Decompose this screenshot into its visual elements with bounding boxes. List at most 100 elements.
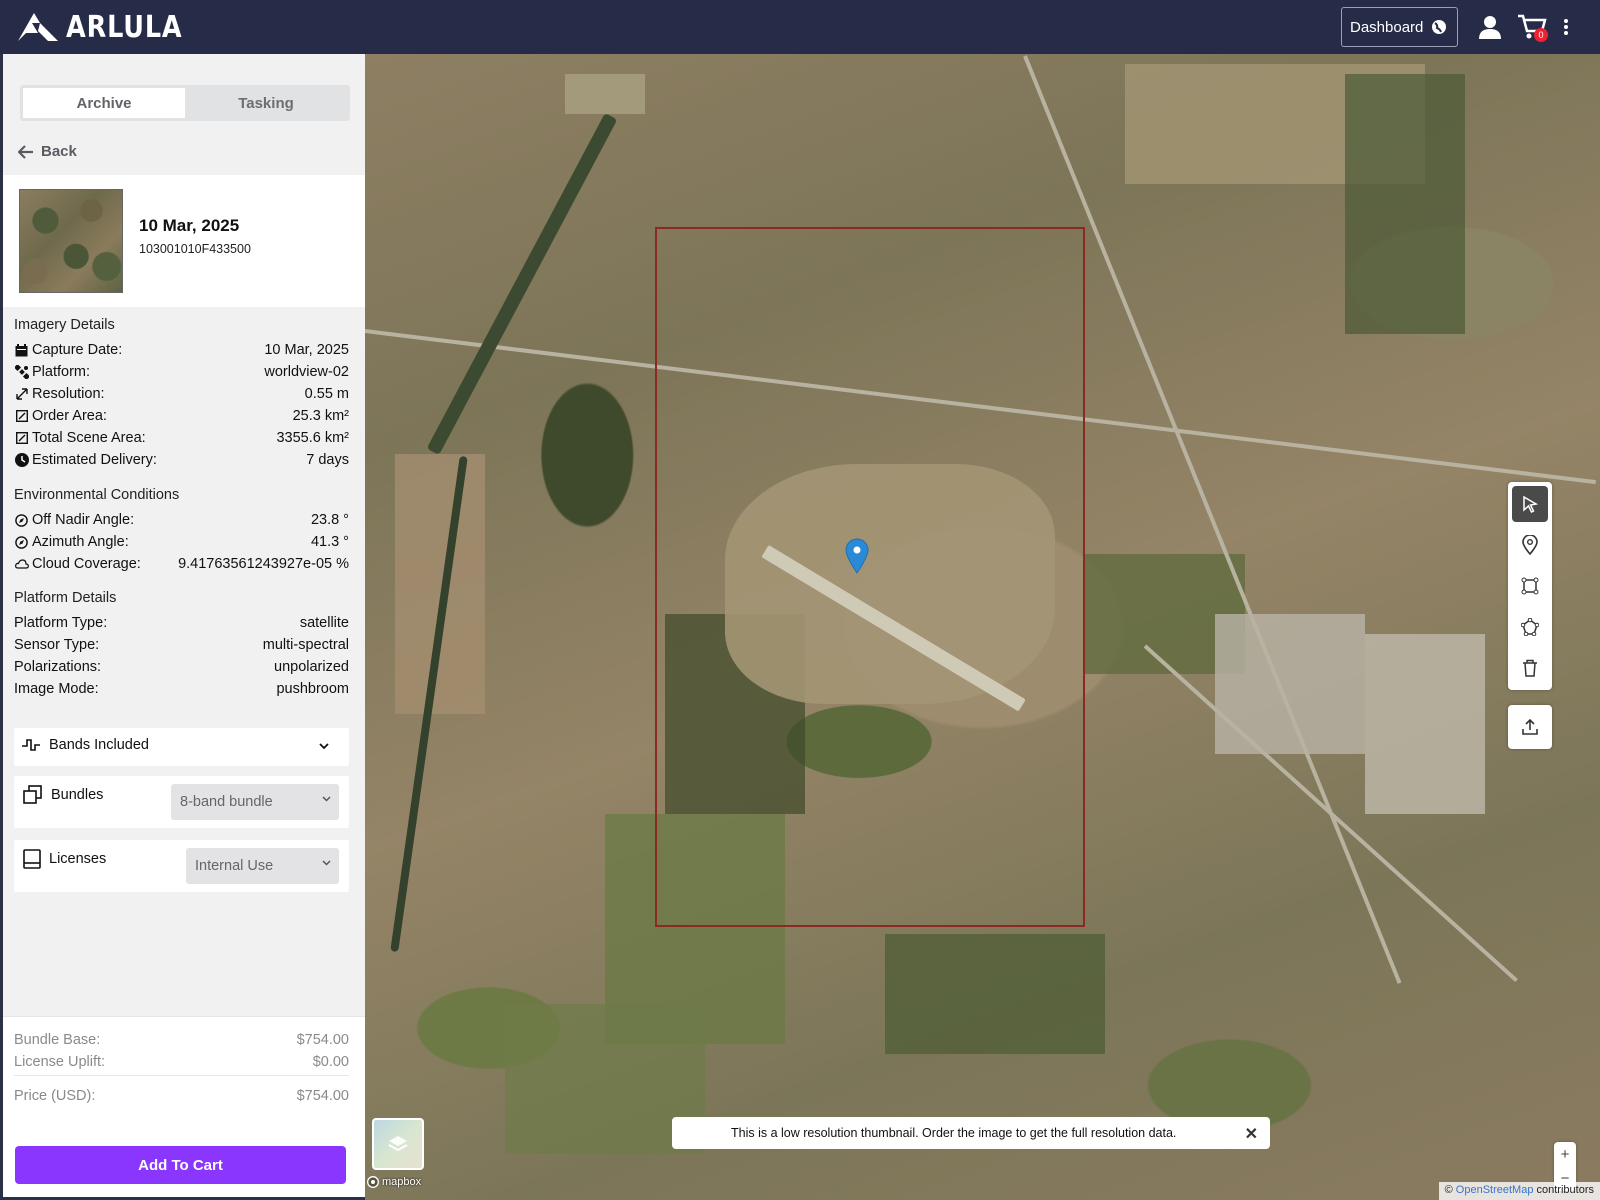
licenses-section: Licenses Internal Use — [14, 840, 349, 892]
license-selected-value: Internal Use — [195, 858, 274, 874]
detail-value: 9.41763561243927e-05 % — [178, 556, 349, 572]
area-icon — [14, 409, 29, 424]
trash-icon[interactable] — [1512, 650, 1548, 686]
bands-included-label: Bands Included — [49, 737, 149, 753]
price-value: $754.00 — [296, 1088, 349, 1104]
globe-icon — [1432, 20, 1447, 34]
cart-icon[interactable]: 0 — [1515, 10, 1549, 44]
detail-value: pushbroom — [276, 681, 349, 697]
map-forest — [885, 934, 1105, 1054]
detail-value: 3355.6 km² — [276, 430, 349, 446]
license-select[interactable]: Internal Use — [186, 848, 339, 884]
polygon-draw-icon[interactable] — [1512, 609, 1548, 645]
bundles-section: Bundles 8-band bundle — [14, 776, 349, 828]
area-icon — [14, 431, 29, 446]
close-icon[interactable]: ✕ — [1245, 1124, 1258, 1144]
detail-value: worldview-02 — [264, 364, 349, 380]
location-pin-icon[interactable] — [1512, 527, 1548, 563]
detail-label: Capture Date: — [32, 342, 123, 358]
map-field — [565, 74, 645, 114]
detail-label: Platform Type: — [14, 615, 108, 631]
dashboard-label: Dashboard — [1350, 18, 1424, 36]
detail-row-sensor-type: Sensor Type: multi-spectral — [14, 635, 349, 655]
detail-value: satellite — [299, 615, 349, 631]
price-label: Bundle Base: — [14, 1032, 101, 1048]
detail-row-resolution: Resolution: 0.55 m — [14, 384, 349, 404]
map-industrial-area — [1365, 634, 1485, 814]
detail-label: Order Area: — [32, 408, 107, 424]
location-marker-icon[interactable] — [845, 538, 869, 574]
map-view[interactable]: + − mapbox This is a low resolution thum… — [365, 54, 1600, 1200]
arrow-left-icon — [18, 144, 33, 159]
platform-details-title: Platform Details — [14, 590, 117, 606]
detail-row-order-area: Order Area: 25.3 km² — [14, 406, 349, 426]
basemap-switcher[interactable] — [372, 1118, 424, 1170]
bundles-label: Bundles — [51, 787, 104, 803]
order-sidebar: Archive Tasking Back 10 Mar, 2025 103001… — [3, 54, 365, 1197]
chevron-down-icon — [319, 743, 329, 750]
price-value: $0.00 — [312, 1054, 349, 1070]
bundle-stack-icon — [23, 785, 42, 804]
detail-value: 0.55 m — [304, 386, 349, 402]
detail-label: Resolution: — [32, 386, 105, 402]
tab-tasking[interactable]: Tasking — [185, 88, 347, 118]
price-row-license-uplift: License Uplift: $0.00 — [14, 1054, 349, 1070]
user-icon[interactable] — [1473, 10, 1507, 44]
detail-row-polarizations: Polarizations: unpolarized — [14, 657, 349, 677]
mapbox-icon — [367, 1176, 379, 1188]
scene-id: 103001010F433500 — [139, 242, 251, 256]
notice-text: This is a low resolution thumbnail. Orde… — [731, 1126, 1177, 1140]
detail-row-platform-type: Platform Type: satellite — [14, 613, 349, 633]
compass-icon — [14, 535, 29, 550]
back-label: Back — [41, 143, 77, 160]
satellite-icon — [14, 365, 29, 380]
dashboard-button[interactable]: Dashboard — [1341, 7, 1458, 47]
detail-row-azimuth: Azimuth Angle: 41.3 ° — [14, 532, 349, 552]
openstreetmap-link[interactable]: OpenStreetMap — [1456, 1184, 1534, 1196]
detail-label: Estimated Delivery: — [32, 452, 157, 468]
detail-label: Polarizations: — [14, 659, 102, 675]
back-link[interactable]: Back — [18, 143, 77, 160]
rectangle-draw-icon[interactable] — [1512, 568, 1548, 604]
cart-count-badge: 0 — [1534, 28, 1548, 42]
price-row-bundle-base: Bundle Base: $754.00 — [14, 1032, 349, 1048]
licenses-label: Licenses — [49, 851, 107, 867]
resolution-icon — [14, 387, 29, 402]
top-bar: ARLULA Dashboard 0 — [0, 0, 1600, 54]
add-to-cart-button[interactable]: Add To Cart — [15, 1146, 346, 1184]
detail-value: unpolarized — [274, 659, 349, 675]
detail-value: multi-spectral — [262, 637, 349, 653]
bundle-select[interactable]: 8-band bundle — [171, 784, 339, 820]
mapbox-logo: mapbox — [367, 1176, 421, 1188]
tab-archive[interactable]: Archive — [23, 88, 185, 118]
detail-value: 10 Mar, 2025 — [264, 342, 349, 358]
clock-icon — [14, 453, 29, 468]
bands-included-accordion[interactable]: Bands Included — [14, 728, 349, 766]
detail-label: Cloud Coverage: — [32, 556, 141, 572]
order-area-bounding-box[interactable] — [655, 227, 1085, 927]
license-document-icon — [23, 849, 41, 869]
price-label: Price (USD): — [14, 1088, 96, 1104]
map-forest — [1345, 74, 1465, 334]
detail-row-estimated-delivery: Estimated Delivery: 7 days — [14, 450, 349, 470]
price-label: License Uplift: — [14, 1054, 106, 1070]
upload-icon[interactable] — [1508, 705, 1552, 749]
brand-logo[interactable]: ARLULA — [18, 9, 203, 45]
more-vertical-icon[interactable] — [1557, 10, 1575, 44]
price-divider — [14, 1075, 349, 1076]
select-pointer-icon[interactable] — [1512, 486, 1548, 522]
cloud-icon — [14, 557, 29, 572]
scene-card: 10 Mar, 2025 103001010F433500 — [3, 175, 365, 307]
mapbox-label: mapbox — [382, 1176, 422, 1188]
zoom-in-button[interactable]: + — [1554, 1142, 1576, 1166]
brand-name: ARLULA — [66, 9, 183, 45]
draw-toolbar — [1508, 482, 1552, 690]
detail-label: Image Mode: — [14, 681, 99, 697]
detail-row-capture-date: Capture Date: 10 Mar, 2025 — [14, 340, 349, 360]
detail-row-image-mode: Image Mode: pushbroom — [14, 679, 349, 699]
detail-row-cloud-coverage: Cloud Coverage: 9.41763561243927e-05 % — [14, 554, 349, 574]
map-field — [395, 454, 485, 714]
map-industrial-area — [1215, 614, 1365, 754]
detail-label: Off Nadir Angle: — [32, 512, 135, 528]
mode-tabs: Archive Tasking — [20, 85, 350, 121]
